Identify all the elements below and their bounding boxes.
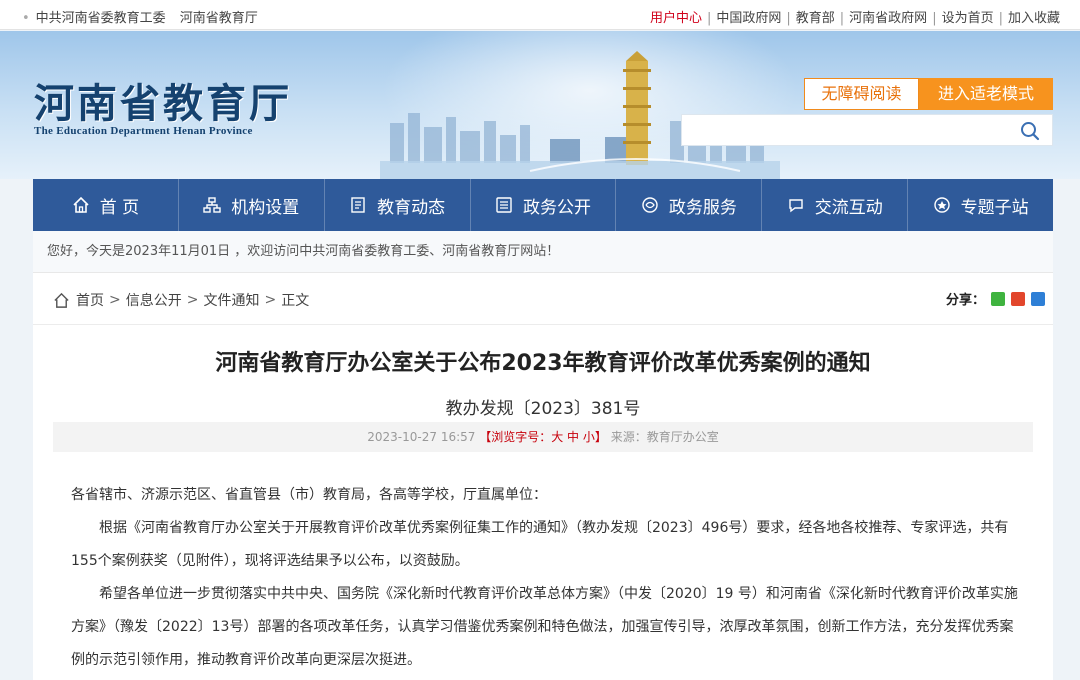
nav-item-interaction[interactable]: 交流互动 xyxy=(762,179,909,231)
article-paragraph: 各省辖市、济源示范区、省直管县（市）教育局，各高等学校，厅直属单位： xyxy=(71,487,547,503)
nav-item-gov-services[interactable]: 政务服务 xyxy=(616,179,763,231)
font-size-switcher[interactable]: 【浏览字号：大 中 小】 xyxy=(479,430,607,444)
share-bar: 分享： xyxy=(946,289,1045,308)
org-chart-icon xyxy=(203,197,221,213)
nav-label: 教育动态 xyxy=(377,197,446,218)
nav-item-topics[interactable]: 专题子站 xyxy=(908,179,1053,231)
breadcrumb-file-notices[interactable]: 文件通知 xyxy=(203,290,259,310)
news-icon xyxy=(351,197,365,213)
top-utility-bar: • 中共河南省委教育工委 河南省教育厅 用户中心 | 中国政府网 | 教育部 | 河南省政府网 |… xyxy=(0,0,1080,30)
home-icon xyxy=(73,196,89,213)
search-icon[interactable] xyxy=(1020,121,1040,141)
nav-item-home[interactable]: 首 页 xyxy=(33,179,179,231)
top-left-links: • 中共河南省委教育工委 河南省教育厅 xyxy=(22,7,272,26)
article-paragraph: 根据《河南省教育厅办公室关于开展教育评价改革优秀案例征集工作的通知》（教办发规〔… xyxy=(71,520,1009,569)
breadcrumb-info-disclosure[interactable]: 信息公开 xyxy=(126,290,182,310)
search-input[interactable] xyxy=(682,115,1002,145)
breadcrumb-home[interactable]: 首页 xyxy=(76,290,104,310)
elder-mode-button[interactable]: 进入适老模式 xyxy=(919,78,1053,110)
breadcrumb: 首页 > 信息公开 > 文件通知 > 正文 xyxy=(53,290,309,310)
nav-label: 政务服务 xyxy=(668,197,737,218)
wechat-share-icon[interactable] xyxy=(991,291,1005,306)
topic-icon xyxy=(933,197,950,213)
nav-item-education-news[interactable]: 教育动态 xyxy=(325,179,471,231)
breadcrumb-current: 正文 xyxy=(281,293,310,309)
document-icon xyxy=(496,197,512,213)
article-title: 河南省教育厅办公室关于公布2023年教育评价改革优秀案例的通知 xyxy=(215,351,871,376)
link-china-gov[interactable]: 中国政府网 xyxy=(716,11,781,26)
accessible-reading-button[interactable]: 无障碍阅读 xyxy=(804,78,919,110)
article-source: 来源：教育厅办公室 xyxy=(610,430,719,444)
article-body: 各省辖市、济源示范区、省直管县（市）教育局，各高等学校，厅直属单位： 根据《河南… xyxy=(71,479,1021,677)
nav-label: 交流互动 xyxy=(814,197,883,218)
document-number: 教办发规〔2023〕381号 xyxy=(445,399,641,419)
link-provincial-committee[interactable]: 中共河南省委教育工委 xyxy=(36,11,166,26)
link-user-center[interactable]: 用户中心 xyxy=(650,11,702,26)
link-henan-gov[interactable]: 河南省政府网 xyxy=(849,11,927,26)
site-logo-text[interactable]: 河南省教育厅 xyxy=(34,71,292,129)
site-logo-english: The Education Department Henan Province xyxy=(34,125,253,137)
nav-label: 机构设置 xyxy=(231,197,300,218)
link-set-homepage[interactable]: 设为首页 xyxy=(942,11,994,26)
service-icon xyxy=(642,197,658,213)
chat-icon xyxy=(789,199,803,213)
nav-item-organization[interactable]: 机构设置 xyxy=(179,179,325,231)
nav-label: 首 页 xyxy=(99,197,140,218)
publish-date: 2023-10-27 16:57 xyxy=(367,430,476,444)
nav-label: 专题子站 xyxy=(960,197,1029,218)
welcome-message: 您好，今天是2023年11月01日 ，欢迎访问中共河南省委教育工委、河南省教育厅… xyxy=(33,231,1053,273)
nav-item-gov-affairs[interactable]: 政务公开 xyxy=(471,179,617,231)
home-icon xyxy=(54,292,69,308)
article-meta: 2023-10-27 16:57 【浏览字号：大 中 小】 来源：教育厅办公室 xyxy=(53,422,1033,452)
breadcrumb-bar: 首页 > 信息公开 > 文件通知 > 正文 分享： xyxy=(33,273,1053,325)
link-moe[interactable]: 教育部 xyxy=(796,11,835,26)
header-banner: 河南省教育厅 The Education Department Henan Pr… xyxy=(0,31,1080,179)
link-add-favorite[interactable]: 加入收藏 xyxy=(1008,11,1060,26)
weibo-share-icon[interactable] xyxy=(1011,291,1025,306)
bullet-icon: • xyxy=(22,11,30,26)
main-nav: 首 页 机构设置 教育动态 政务公开 政务服务 交流互动 专题子站 xyxy=(33,179,1053,231)
share-label: 分享： xyxy=(945,293,985,308)
article-paragraph: 希望各单位进一步贯彻落实中共中央、国务院《深化新时代教育评价改革总体方案》（中发… xyxy=(71,586,1018,668)
content-area: 您好，今天是2023年11月01日 ，欢迎访问中共河南省委教育工委、河南省教育厅… xyxy=(33,231,1053,680)
qq-share-icon[interactable] xyxy=(1031,291,1045,306)
nav-label: 政务公开 xyxy=(523,197,591,218)
top-right-links: 用户中心 | 中国政府网 | 教育部 | 河南省政府网 | 设为首页 | 加入收藏 xyxy=(649,11,1060,26)
link-education-dept[interactable]: 河南省教育厅 xyxy=(180,11,258,26)
search-box xyxy=(681,114,1053,146)
